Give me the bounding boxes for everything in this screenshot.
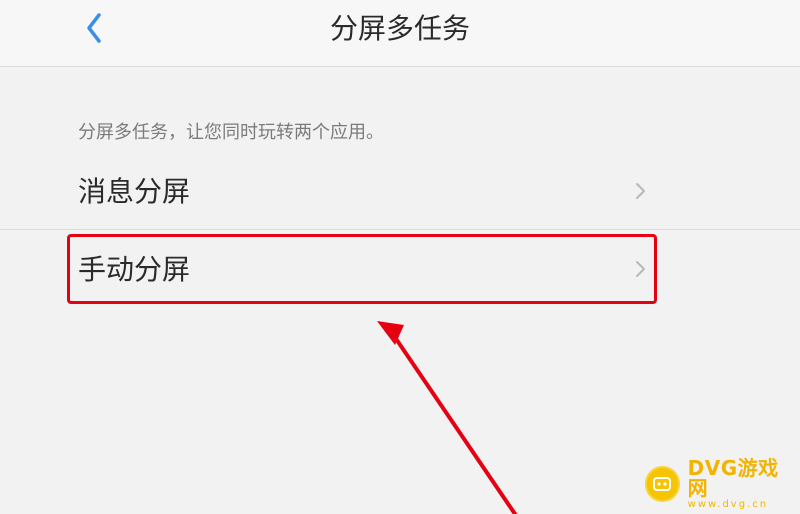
watermark: DVG游戏网 www.dvg.cn	[645, 456, 795, 510]
settings-content: 分屏多任务，让您同时玩转两个应用。 消息分屏 手动分屏	[0, 67, 800, 514]
top-bar: 分屏多任务	[0, 0, 800, 67]
message-split-screen-label: 消息分屏	[78, 175, 191, 208]
message-split-screen-item[interactable]: 消息分屏	[0, 157, 800, 227]
page-title: 分屏多任务	[329, 12, 470, 45]
divider	[0, 229, 800, 230]
watermark-domain: www.dvg.cn	[687, 499, 769, 510]
chevron-right-icon	[636, 183, 645, 199]
manual-split-screen-label: 手动分屏	[78, 253, 191, 286]
description-text: 分屏多任务，让您同时玩转两个应用。	[78, 122, 384, 143]
chevron-right-icon	[636, 261, 645, 277]
gamepad-icon	[645, 466, 680, 502]
manual-split-screen-item[interactable]: 手动分屏	[0, 235, 800, 305]
watermark-brand: DVG游戏网	[687, 456, 779, 500]
